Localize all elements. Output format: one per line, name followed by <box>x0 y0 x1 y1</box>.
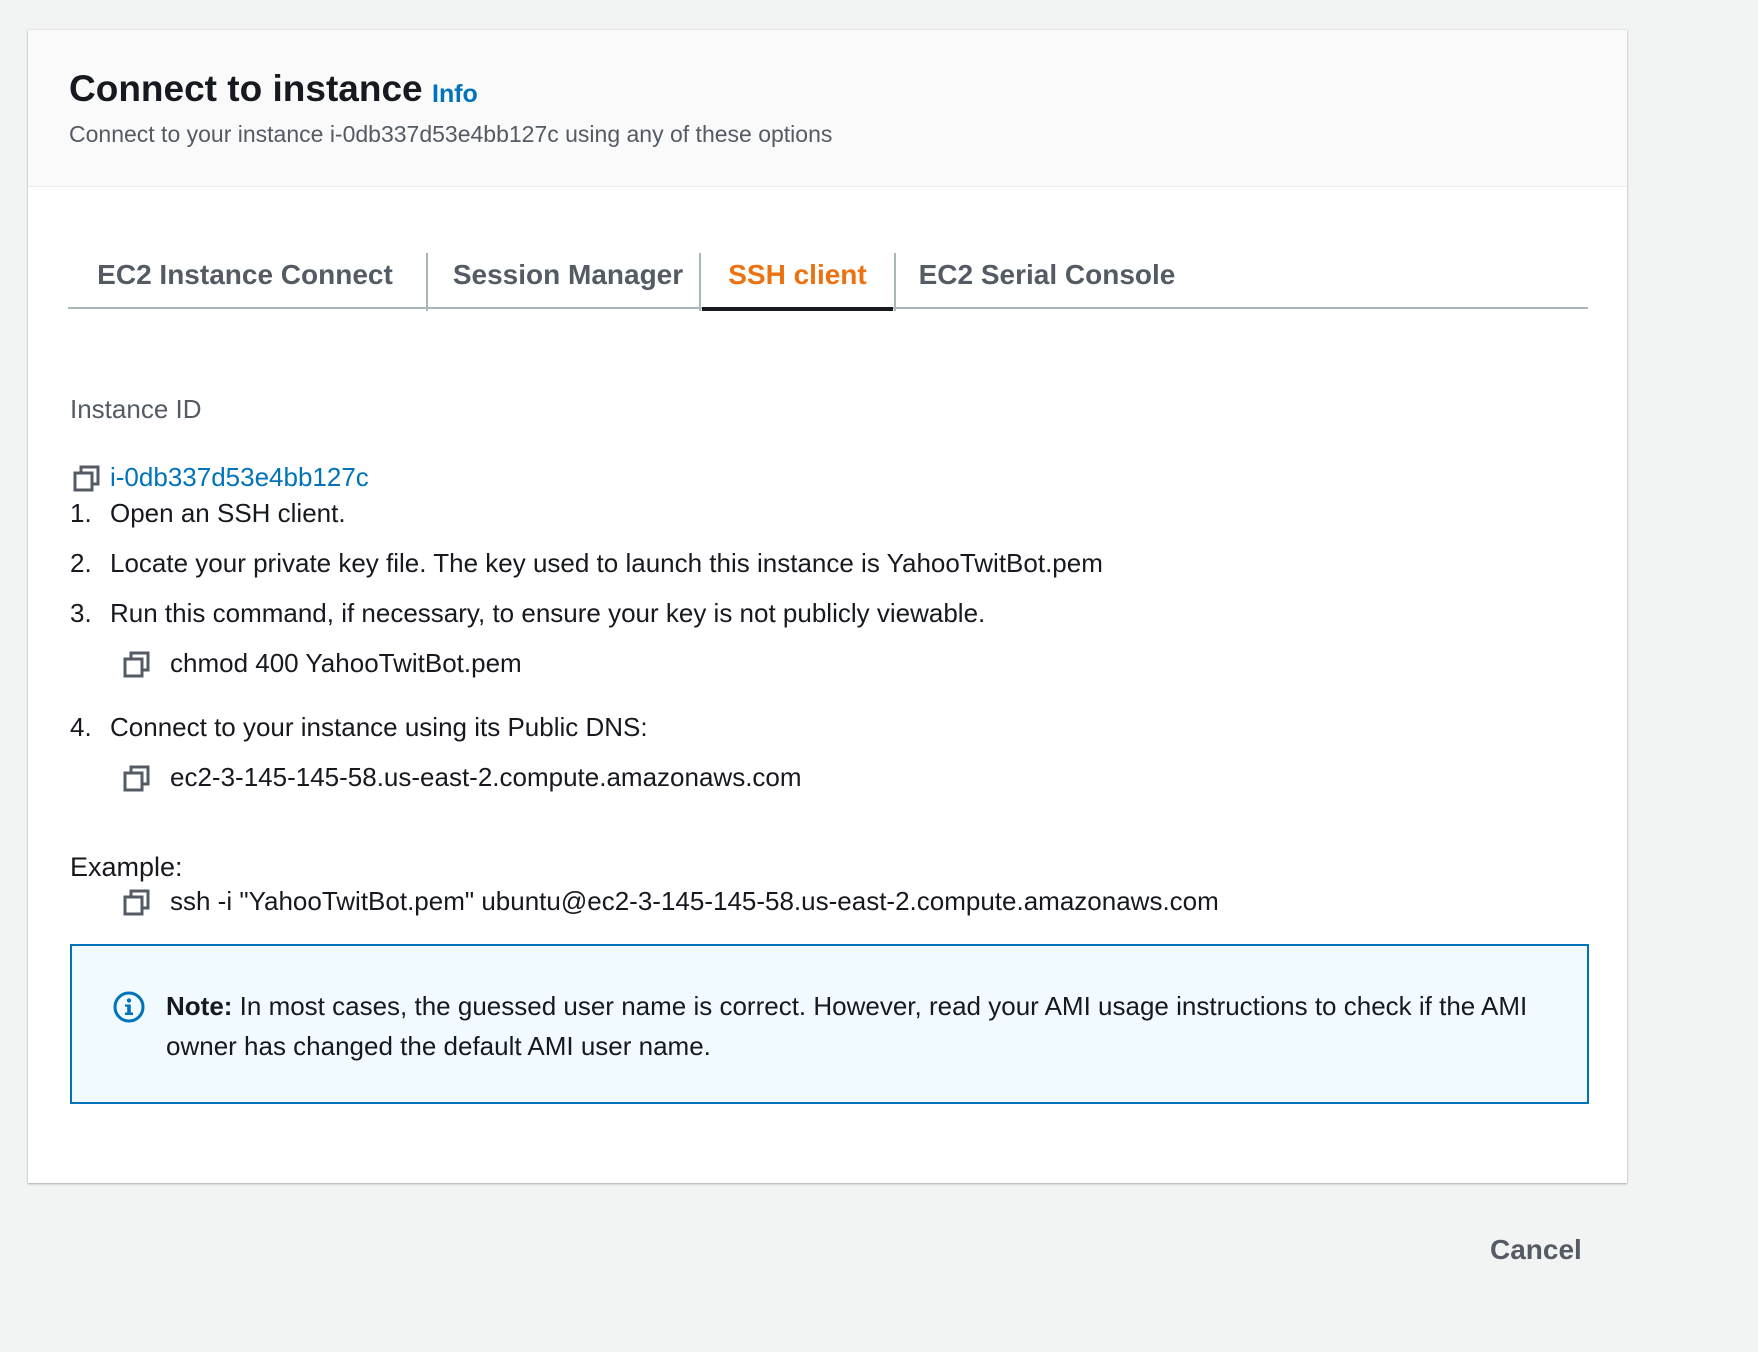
tab-divider <box>426 253 428 311</box>
tab-session-manager[interactable]: Session Manager <box>438 247 698 307</box>
note-alert: Note: In most cases, the guessed user na… <box>70 944 1589 1104</box>
ssh-command: ssh -i "YahooTwitBot.pem" ubuntu@ec2-3-1… <box>170 886 1219 916</box>
step-number: 3. <box>70 598 92 628</box>
tab-ec2-serial-console[interactable]: EC2 Serial Console <box>916 247 1178 307</box>
public-dns: ec2-3-145-145-58.us-east-2.compute.amazo… <box>170 762 802 792</box>
copy-icon[interactable] <box>122 763 152 793</box>
dns-row: ec2-3-145-145-58.us-east-2.compute.amazo… <box>122 762 802 793</box>
tab-divider <box>699 253 701 311</box>
copy-icon[interactable] <box>122 649 152 679</box>
note-body: In most cases, the guessed user name is … <box>166 991 1528 1061</box>
step-number: 2. <box>70 548 92 578</box>
info-link[interactable]: Info <box>432 80 478 109</box>
step-number: 4. <box>70 712 92 742</box>
step-text: Open an SSH client. <box>110 498 346 528</box>
copy-icon[interactable] <box>122 887 152 917</box>
cancel-button[interactable]: Cancel <box>1490 1234 1582 1266</box>
tab-ec2-instance-connect[interactable]: EC2 Instance Connect <box>90 247 400 307</box>
step-3: 3. Run this command, if necessary, to ens… <box>70 598 985 629</box>
step-text: Connect to your instance using its Publi… <box>110 712 648 742</box>
info-circle-icon <box>113 991 145 1023</box>
note-bold-label: Note: <box>166 991 233 1021</box>
step-text: Locate your private key file. The key us… <box>110 548 1103 578</box>
step-4: 4. Connect to your instance using its Pub… <box>70 712 648 743</box>
connect-modal: Connect to instance Info Connect to your… <box>28 30 1627 1183</box>
chmod-command: chmod 400 YahooTwitBot.pem <box>170 648 522 678</box>
instance-id-row: i-0db337d53e4bb127c <box>72 462 369 493</box>
instance-id-value[interactable]: i-0db337d53e4bb127c <box>110 462 369 493</box>
instance-id-label: Instance ID <box>70 394 202 424</box>
tab-ssh-client[interactable]: SSH client <box>702 247 893 311</box>
copy-icon[interactable] <box>72 463 102 493</box>
step-2: 2. Locate your private key file. The key … <box>70 548 1103 579</box>
note-text: Note: In most cases, the guessed user na… <box>166 986 1546 1066</box>
step-number: 1. <box>70 498 92 528</box>
connect-tabs: EC2 Instance Connect Session Manager SSH… <box>68 247 1588 311</box>
tab-divider <box>894 253 896 311</box>
modal-subtitle: Connect to your instance i-0db337d53e4bb… <box>69 121 833 147</box>
step-1: 1. Open an SSH client. <box>70 498 346 529</box>
modal-title: Connect to instance <box>69 68 423 109</box>
step-text: Run this command, if necessary, to ensur… <box>110 598 986 628</box>
ssh-example-row: ssh -i "YahooTwitBot.pem" ubuntu@ec2-3-1… <box>122 886 1219 917</box>
chmod-command-row: chmod 400 YahooTwitBot.pem <box>122 648 522 679</box>
modal-header: Connect to instance Info Connect to your… <box>28 30 1627 187</box>
example-label: Example: <box>70 852 183 882</box>
